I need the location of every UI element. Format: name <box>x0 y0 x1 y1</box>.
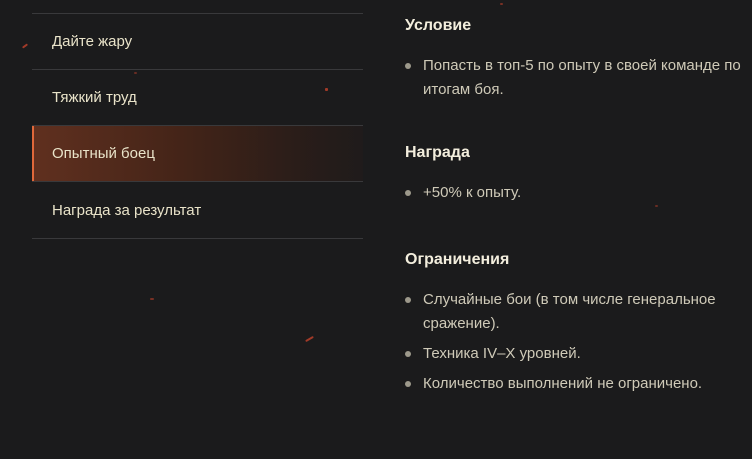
list-item: Случайные бои (в том числе генеральное с… <box>405 288 745 336</box>
bullet-icon <box>405 297 411 303</box>
sidebar-item-nagrada-za-rezultat[interactable]: Награда за результат <box>32 181 363 239</box>
restrictions-list: Случайные бои (в том числе генеральное с… <box>405 288 745 396</box>
list-item-text: Попасть в топ-5 по опыту в своей команде… <box>423 57 741 98</box>
sidebar-item-label: Тяжкий труд <box>52 89 137 106</box>
sidebar-item-label: Награда за результат <box>52 201 202 219</box>
list-item-text: +50% к опыту. <box>423 184 522 201</box>
sidebar-item-label: Опытный боец <box>52 145 155 162</box>
reward-title: Награда <box>405 144 470 161</box>
list-item: Количество выполнений не ограничено. <box>405 372 745 396</box>
condition-list: Попасть в топ-5 по опыту в своей команде… <box>405 54 745 102</box>
sidebar-item-opytny-boets[interactable]: Опытный боец <box>32 125 363 181</box>
sidebar-item-daite-zharu[interactable]: Дайте жару <box>32 13 363 69</box>
bullet-icon <box>405 351 411 357</box>
restrictions-title: Ограничения <box>405 251 510 268</box>
ember-particle <box>305 335 314 343</box>
condition-title: Условие <box>405 17 472 34</box>
list-item: Техника IV–X уровней. <box>405 342 745 366</box>
bullet-icon <box>405 63 411 69</box>
ember-particle <box>21 43 29 49</box>
sidebar-item-label: Дайте жару <box>52 33 133 50</box>
list-item-text: Техника IV–X уровней. <box>423 345 581 362</box>
condition-section: Условие Попасть в топ-5 по опыту в своей… <box>405 14 745 102</box>
mission-details: Условие Попасть в топ-5 по опыту в своей… <box>405 14 745 396</box>
bullet-icon <box>405 190 411 196</box>
ember-particle <box>500 3 503 5</box>
bullet-icon <box>405 381 411 387</box>
reward-list: +50% к опыту. <box>405 181 745 205</box>
reward-section: Награда +50% к опыту. <box>405 141 745 205</box>
list-item-text: Случайные бои (в том числе генеральное с… <box>423 291 716 332</box>
sidebar-nav: Дайте жару Тяжкий труд Опытный боец Нагр… <box>32 13 363 239</box>
restrictions-section: Ограничения Случайные бои (в том числе г… <box>405 248 745 396</box>
ember-particle <box>150 298 154 300</box>
list-item: Попасть в топ-5 по опыту в своей команде… <box>405 54 745 102</box>
list-item-text: Количество выполнений не ограничено. <box>423 375 703 392</box>
sidebar-item-tyazhkiy-trud[interactable]: Тяжкий труд <box>32 69 363 125</box>
list-item: +50% к опыту. <box>405 181 745 205</box>
